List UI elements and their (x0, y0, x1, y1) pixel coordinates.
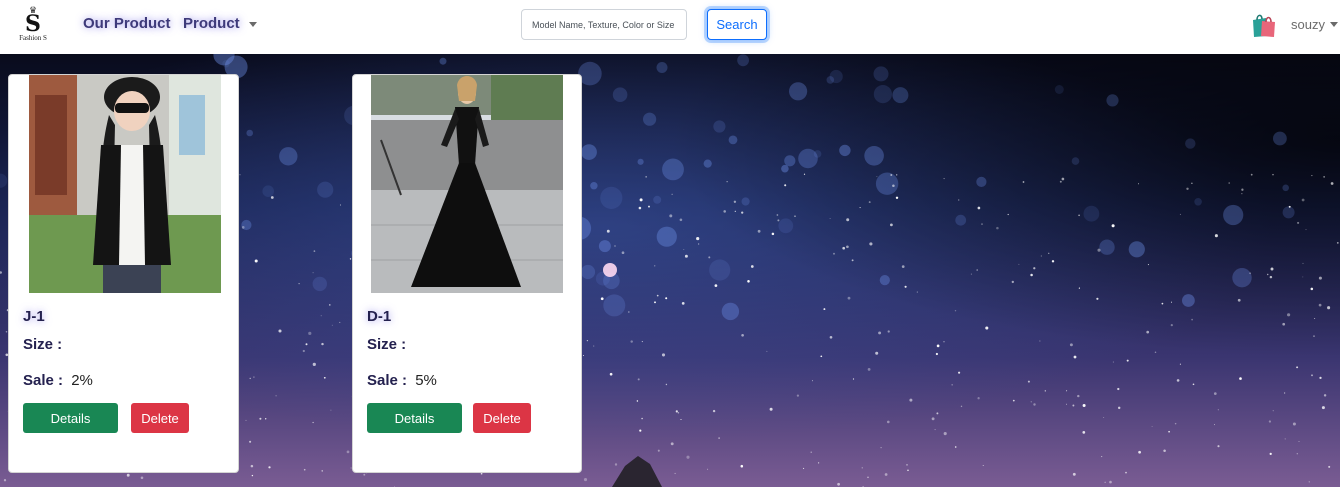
product-card: D-1 Size : Sale : 5% Details Delete (352, 74, 582, 473)
nav-our-product[interactable]: Our Product (83, 15, 171, 32)
product-sale-value: 2% (71, 372, 93, 389)
user-menu[interactable]: souzy (1291, 17, 1325, 32)
search-button[interactable]: Search (707, 9, 767, 40)
product-sale-label: Sale : (23, 372, 64, 389)
product-card: J-1 Size : Sale : 2% Details Delete (8, 74, 239, 473)
top-navbar: ♛ S Fashion S Our Product Product Search… (0, 0, 1340, 54)
product-sale-label: Sale : (367, 372, 408, 389)
brand-text: Fashion S (19, 34, 47, 42)
details-button[interactable]: Details (23, 403, 118, 433)
brand-mark: S (25, 11, 41, 37)
chevron-down-icon[interactable] (1330, 22, 1338, 27)
brand-logo[interactable]: ♛ S Fashion S (12, 6, 54, 46)
product-image (371, 75, 563, 293)
shopping-bag-icon[interactable] (1250, 10, 1278, 38)
product-size-label: Size : (23, 336, 63, 353)
details-button[interactable]: Details (367, 403, 462, 433)
product-sale-value: 5% (415, 372, 437, 389)
product-sale: Sale : 2% (23, 372, 93, 389)
search-input[interactable] (521, 9, 687, 40)
chevron-down-icon[interactable] (249, 22, 257, 27)
delete-button[interactable]: Delete (473, 403, 531, 433)
product-code: D-1 (367, 308, 392, 325)
nav-product-dropdown[interactable]: Product (183, 15, 240, 32)
product-image (29, 75, 221, 293)
product-sale: Sale : 5% (367, 372, 437, 389)
delete-button[interactable]: Delete (131, 403, 189, 433)
product-code: J-1 (23, 308, 45, 325)
product-size-label: Size : (367, 336, 407, 353)
